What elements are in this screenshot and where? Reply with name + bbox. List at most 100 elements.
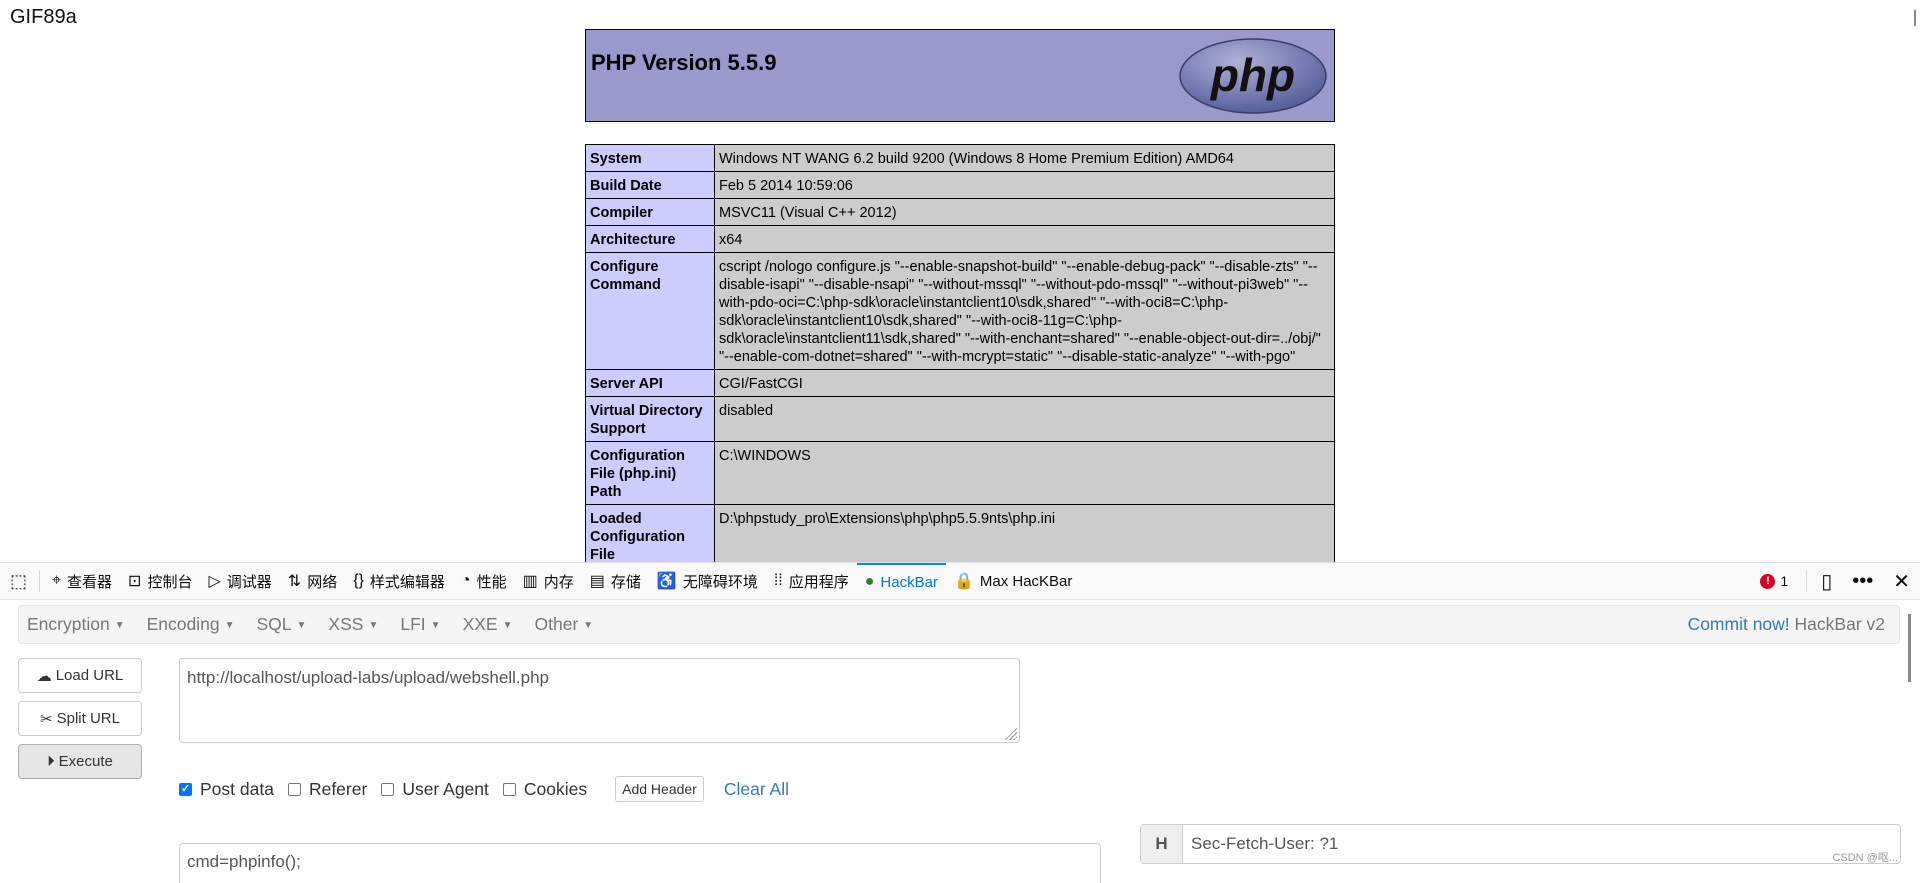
header-input-group: H Sec-Fetch-User: ?1 — [1140, 824, 1901, 864]
checkbox-label: Referer — [308, 778, 368, 799]
phpinfo-key: Server API — [585, 369, 715, 397]
url-value: http://localhost/upload-labs/upload/webs… — [187, 668, 549, 687]
devtools-tab-查看器[interactable]: ⌖ 查看器 — [44, 563, 120, 599]
option-cookies[interactable]: Cookies — [502, 778, 588, 800]
phpinfo-row: Virtual Directory Support disabled — [585, 396, 1335, 442]
split-url-label: Split URL — [56, 710, 120, 727]
phpinfo-key: Virtual Directory Support — [585, 396, 715, 442]
phpinfo-key: Architecture — [585, 225, 715, 253]
clear-all-link[interactable]: Clear All — [724, 779, 789, 800]
phpinfo-header: PHP Version 5.5.9 php — [585, 29, 1335, 122]
hackbar-menu-other[interactable]: Other ▼ — [535, 614, 594, 635]
phpinfo-key: Compiler — [585, 198, 715, 226]
close-icon[interactable]: ✕ — [1893, 569, 1910, 594]
phpinfo-key: Configure Command — [585, 252, 715, 370]
devtools-tab-样式编辑器[interactable]: {} 样式编辑器 — [345, 563, 453, 599]
post-data-textarea[interactable]: cmd=phpinfo(); — [179, 843, 1101, 883]
caret-down-icon: ▼ — [114, 619, 125, 631]
caret-down-icon: ▼ — [296, 619, 307, 631]
error-count-badge[interactable]: ! 1 — [1760, 573, 1788, 589]
execute-label: Execute — [58, 753, 113, 770]
element-picker-icon: ⬚ — [10, 570, 28, 591]
devtools-tab-label: 调试器 — [226, 573, 272, 591]
cloud-download-icon: ☁ — [36, 667, 52, 685]
phpinfo-row: Compiler MSVC11 (Visual C++ 2012) — [585, 198, 1335, 226]
toolbar-divider — [39, 570, 41, 592]
devtools-tab-内存[interactable]: ▥ 内存 — [515, 563, 582, 599]
devtools-tab-label: HackBar — [880, 573, 938, 591]
hackbar-version-label: HackBar v2 — [1794, 614, 1885, 634]
element-picker-button[interactable]: ⬚ — [0, 563, 35, 599]
network-icon: ⇅ — [287, 573, 302, 590]
devtools-tab-网络[interactable]: ⇅ 网络 — [280, 563, 345, 599]
phpinfo-value: Feb 5 2014 10:59:06 — [714, 171, 1335, 199]
url-textarea[interactable]: http://localhost/upload-labs/upload/webs… — [179, 658, 1020, 743]
storage-icon: ▤ — [589, 573, 605, 590]
devtools-tab-控制台[interactable]: ⊡ 控制台 — [120, 563, 200, 599]
phpinfo-row: Server API CGI/FastCGI — [585, 369, 1335, 397]
hackbar-menu-encryption[interactable]: Encryption ▼ — [27, 614, 125, 635]
hackbar-menu-lfi[interactable]: LFI ▼ — [400, 614, 440, 635]
phpinfo-value: Windows NT WANG 6.2 build 9200 (Windows … — [714, 144, 1335, 172]
menu-label: XSS — [328, 614, 364, 634]
menu-label: Other — [534, 614, 579, 634]
devtools-tab-hackbar[interactable]: ● HackBar — [856, 563, 946, 599]
menu-label: SQL — [256, 614, 292, 634]
resize-handle[interactable] — [1003, 726, 1017, 740]
more-options-icon[interactable]: ••• — [1852, 570, 1873, 593]
phpinfo-value: cscript /nologo configure.js "--enable-s… — [714, 252, 1335, 370]
hackbar-menu-xss[interactable]: XSS ▼ — [328, 614, 378, 635]
devtools-tab-label: 性能 — [476, 573, 507, 591]
split-url-button[interactable]: ✂ Split URL — [18, 701, 142, 736]
menu-label: LFI — [400, 614, 426, 634]
devtools-tab-max-hackbar[interactable]: 🔒 Max HacKBar — [946, 563, 1080, 599]
commit-now-link[interactable]: Commit now! — [1688, 614, 1790, 634]
devtools-panel: ⬚ ⌖ 查看器 ⊡ 控制台 ▷ 调试器 ⇅ 网络 {} 样式编辑器 ◔ 性能 ▥ 内存 ▤ 存储 ♿ 无障碍环境 ⁞… — [0, 562, 1920, 883]
performance-icon: ◔ — [460, 572, 471, 589]
checkbox[interactable] — [287, 782, 301, 796]
devtools-tab-无障碍环境[interactable]: ♿ 无障碍环境 — [649, 563, 766, 599]
checkbox[interactable] — [502, 782, 516, 796]
phpinfo-row: Architecture x64 — [585, 225, 1335, 253]
phpinfo-key: System — [585, 144, 715, 172]
load-url-button[interactable]: ☁ Load URL — [18, 658, 142, 693]
checkbox[interactable] — [381, 782, 395, 796]
option-post-data[interactable]: Post data — [179, 779, 274, 800]
hackbar-menu-sql[interactable]: SQL ▼ — [256, 614, 306, 635]
devtools-tab-应用程序[interactable]: ⁞⁞ 应用程序 — [766, 563, 857, 599]
checkbox[interactable] — [179, 782, 192, 796]
add-header-button[interactable]: Add Header — [615, 776, 704, 802]
devtools-tab-性能[interactable]: ◔ 性能 — [453, 563, 515, 599]
devtools-tab-label: 应用程序 — [788, 573, 849, 591]
execute-button[interactable]: ⏵ Execute — [18, 744, 142, 779]
post-data-value: cmd=phpinfo(); — [187, 852, 301, 871]
phpinfo-row: Build Date Feb 5 2014 10:59:06 — [585, 171, 1335, 199]
phpinfo-value: disabled — [714, 396, 1335, 442]
php-version-title: PHP Version 5.5.9 — [591, 50, 777, 75]
devtools-tab-存储[interactable]: ▤ 存储 — [582, 563, 649, 599]
devtools-tab-label: 无障碍环境 — [682, 573, 758, 591]
header-input[interactable]: Sec-Fetch-User: ?1 — [1183, 825, 1346, 863]
phpinfo-key: Loaded Configuration File — [585, 504, 715, 568]
caret-down-icon: ▼ — [430, 619, 441, 631]
devtools-tab-label: 查看器 — [67, 573, 113, 591]
accessibility-icon: ♿ — [656, 573, 677, 590]
checkbox-label: Cookies — [523, 778, 588, 799]
option-referer[interactable]: Referer — [287, 778, 368, 800]
hackbar-scrollbar[interactable] — [1908, 614, 1911, 682]
devtools-toolbar: ⬚ ⌖ 查看器 ⊡ 控制台 ▷ 调试器 ⇅ 网络 {} 样式编辑器 ◔ 性能 ▥ 内存 ▤ 存储 ♿ 无障碍环境 ⁞… — [0, 562, 1920, 600]
phpinfo-key: Configuration File (php.ini) Path — [585, 441, 715, 505]
responsive-design-icon[interactable]: ▯ — [1821, 569, 1832, 594]
menu-label: XXE — [462, 614, 498, 634]
memory-icon: ▥ — [522, 573, 538, 590]
phpinfo-value: D:\phpstudy_pro\Extensions\php\php5.5.9n… — [714, 504, 1335, 568]
load-url-label: Load URL — [55, 667, 124, 684]
watermark: CSDN @呕... — [1832, 852, 1898, 864]
page-scrollbar[interactable] — [1914, 10, 1916, 26]
hackbar-icon: ● — [864, 573, 875, 590]
caret-down-icon: ▼ — [368, 619, 379, 631]
hackbar-menu-xxe[interactable]: XXE ▼ — [463, 614, 513, 635]
hackbar-menu-encoding[interactable]: Encoding ▼ — [147, 614, 235, 635]
devtools-tab-调试器[interactable]: ▷ 调试器 — [200, 563, 279, 599]
option-user-agent[interactable]: User Agent — [381, 779, 489, 800]
